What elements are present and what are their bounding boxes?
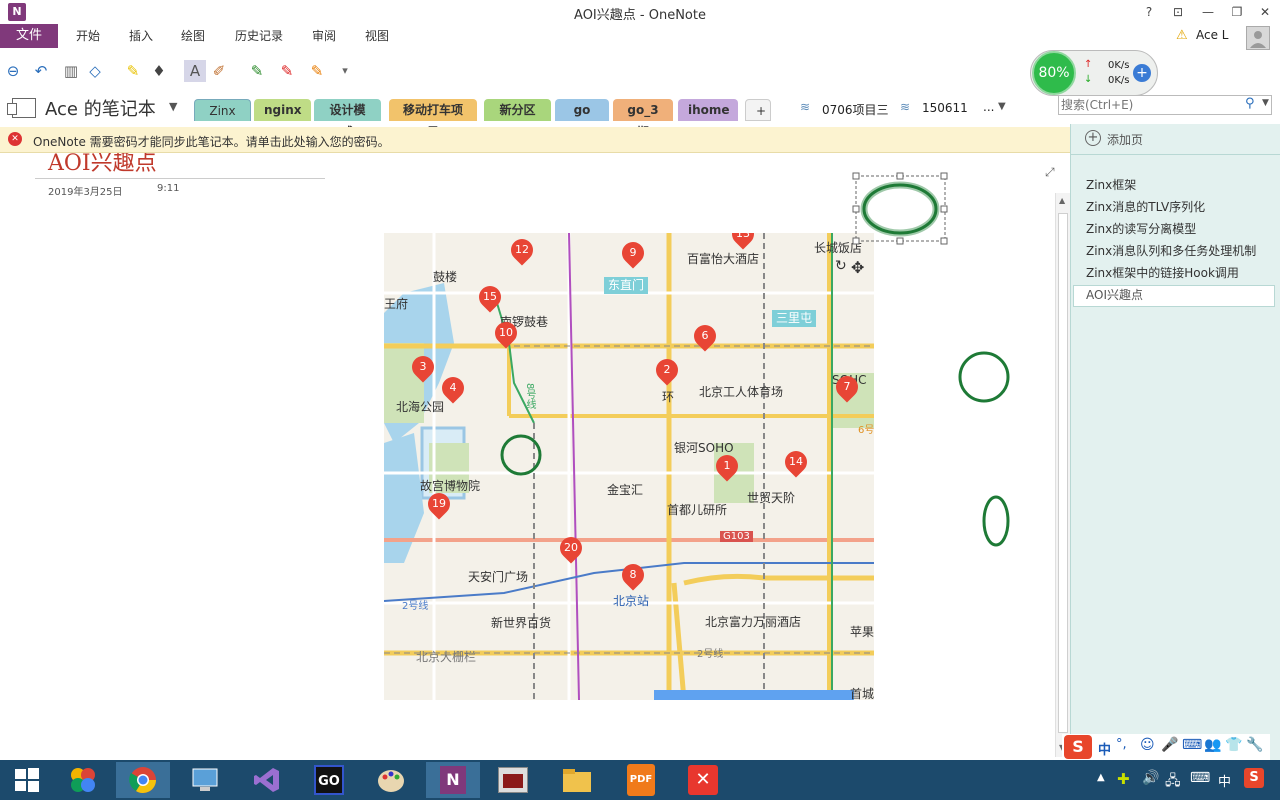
punctuation-icon[interactable]: °, (1116, 737, 1127, 752)
sogou-logo-icon[interactable]: S (1064, 735, 1092, 759)
terminal-icon[interactable] (486, 762, 540, 798)
scroll-thumb[interactable] (1058, 213, 1068, 733)
page-list-panel: + 添加页 Zinx框架 Zinx消息的TLV序列化 Zinx的读写分离模型 Z… (1070, 124, 1280, 760)
rotate-handle-icon[interactable]: ↻ (835, 258, 847, 274)
search-input[interactable] (1061, 97, 1239, 113)
minimize-button[interactable]: — (1195, 2, 1221, 22)
visual-studio-icon[interactable] (240, 762, 294, 798)
page-item-zinx-queue[interactable]: Zinx消息队列和多任务处理机制 (1086, 241, 1256, 261)
skin-icon[interactable]: 👕 (1225, 737, 1242, 753)
tray-360-icon[interactable]: ✚ (1117, 770, 1130, 788)
taskbar: GO N PDF ✕ ▲ ✚ 🔊 🖧 ⌨ 中 S (0, 760, 1280, 800)
ime-tray-icon[interactable]: ⌨ (1190, 770, 1210, 786)
ime-toolbar[interactable]: S 中 °, ☺ 🎤 ⌨ 👥 👕 🔧 (1062, 734, 1270, 760)
avatar[interactable] (1246, 26, 1270, 50)
app-switcher-icon[interactable] (56, 762, 110, 798)
microphone-icon[interactable]: 🎤 (1161, 737, 1178, 753)
move-cursor-icon: ✥ (851, 258, 865, 277)
settings-wrench-icon[interactable]: 🔧 (1246, 737, 1263, 753)
file-explorer-icon[interactable] (550, 762, 604, 798)
network-icon[interactable]: 🖧 (1165, 770, 1181, 794)
emoji-icon[interactable]: ☺ (1140, 737, 1155, 753)
search-icon[interactable]: ⚲ (1245, 96, 1255, 111)
keyboard-icon[interactable]: ⌨ (1182, 737, 1202, 753)
user-icon[interactable]: 👥 (1204, 737, 1221, 753)
download-arrow-icon: ↓ (1084, 74, 1093, 85)
fullscreen-icon[interactable]: ⊡ (1165, 2, 1191, 22)
onenote-taskbar-icon[interactable]: N (426, 762, 480, 798)
upload-arrow-icon: ↑ (1084, 59, 1093, 70)
tray-expand-icon[interactable]: ▲ (1097, 772, 1105, 783)
ink-layer (500, 172, 1010, 547)
volume-icon[interactable]: 🔊 (1142, 770, 1159, 786)
page-item-zinx-hook[interactable]: Zinx框架中的链接Hook调用 (1086, 263, 1239, 283)
chrome-icon[interactable] (116, 762, 170, 798)
search-scope-dropdown-icon[interactable]: ▼ (1262, 98, 1269, 108)
ime-language[interactable]: 中 (1098, 739, 1111, 758)
page-item-zinx-framework[interactable]: Zinx框架 (1086, 175, 1136, 195)
start-button[interactable] (0, 762, 54, 798)
restore-button[interactable]: ❐ (1224, 2, 1250, 22)
download-speed: 0K/s (1108, 75, 1130, 86)
page-item-zinx-rw-model[interactable]: Zinx的读写分离模型 (1086, 219, 1196, 239)
scroll-up-icon[interactable]: ▲ (1059, 196, 1065, 205)
warning-icon: ⚠ (1176, 28, 1188, 43)
panel-divider (1071, 154, 1280, 155)
pdf-reader-icon[interactable]: PDF (614, 762, 668, 798)
help-button[interactable]: ? (1136, 2, 1162, 22)
search-box[interactable]: ⚲ ▼ (1058, 95, 1272, 115)
page-item-aoi[interactable]: AOI兴趣点 (1086, 285, 1143, 305)
add-page-icon[interactable]: + (1085, 130, 1101, 146)
close-button[interactable]: ✕ (1252, 2, 1278, 22)
sogou-tray-icon[interactable]: S (1244, 768, 1264, 788)
goland-icon[interactable]: GO (302, 762, 356, 798)
page-item-zinx-tlv[interactable]: Zinx消息的TLV序列化 (1086, 197, 1205, 217)
tray-language[interactable]: 中 (1218, 771, 1231, 790)
xmind-icon[interactable]: ✕ (676, 762, 730, 798)
user-name[interactable]: Ace L (1196, 28, 1228, 42)
paint-icon[interactable] (364, 762, 418, 798)
remote-desktop-icon[interactable] (178, 762, 232, 798)
plus-icon[interactable]: + (1133, 64, 1151, 82)
vertical-scrollbar[interactable]: ▲ ▼ (1055, 193, 1070, 757)
add-page-button[interactable]: 添加页 (1107, 131, 1143, 148)
upload-speed: 0K/s (1108, 60, 1130, 71)
